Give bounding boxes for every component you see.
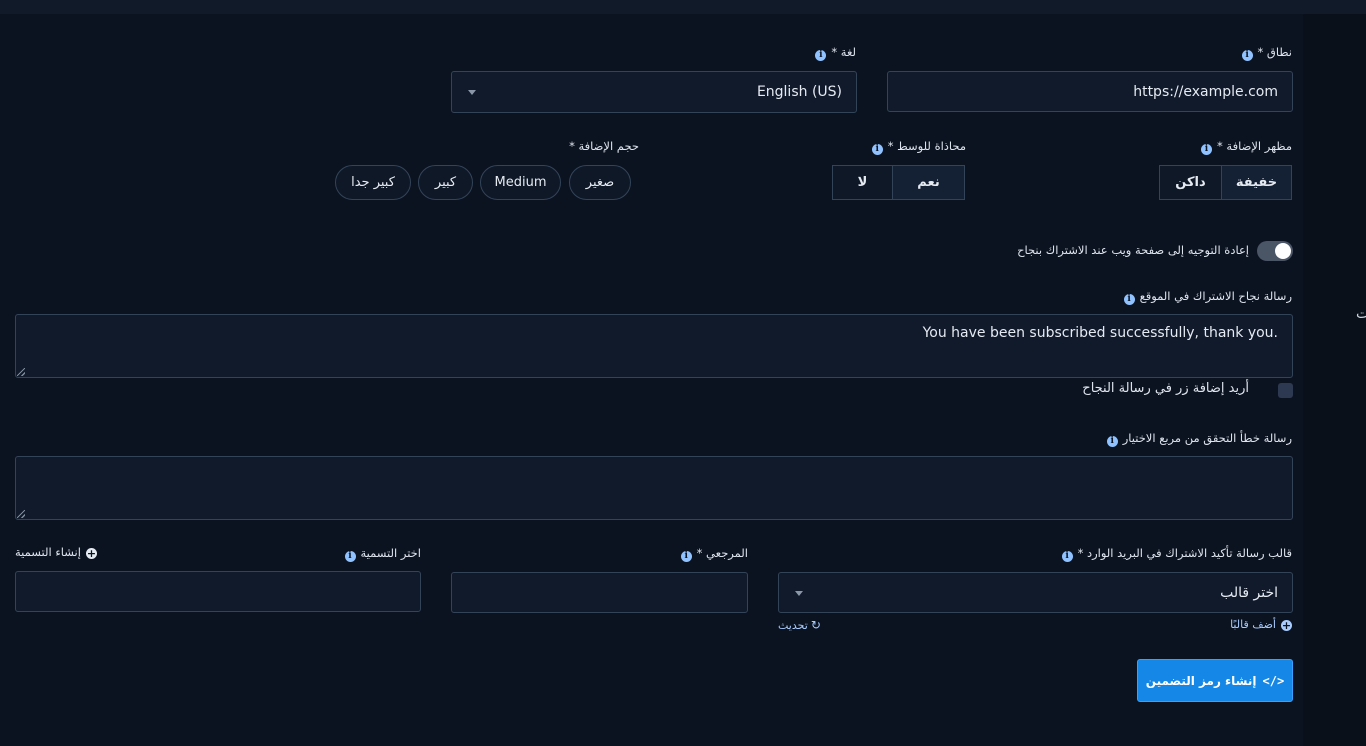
- center-align-yes-option[interactable]: نعم: [892, 165, 965, 200]
- size-large-option[interactable]: كبير: [418, 165, 473, 200]
- code-icon: </>: [1262, 673, 1285, 688]
- plus-circle-icon: +: [1281, 619, 1292, 632]
- resize-handle-icon[interactable]: [17, 368, 25, 376]
- add-button-checkbox[interactable]: [1278, 383, 1293, 398]
- plus-circle-icon: +: [85, 547, 97, 560]
- language-select[interactable]: English (US): [451, 71, 857, 113]
- toggle-knob: [1275, 243, 1291, 259]
- template-label: قالب رسالة تأكيد الاشتراك في البريد الوا…: [1061, 546, 1292, 562]
- info-icon: i: [1201, 144, 1212, 155]
- domain-input[interactable]: https://example.com: [887, 71, 1293, 112]
- center-align-no-option[interactable]: لا: [832, 165, 893, 200]
- checkbox-error-textarea[interactable]: [15, 456, 1293, 520]
- add-template-link[interactable]: +أضف قالبًا: [1230, 618, 1292, 631]
- appearance-dark-option[interactable]: داكن: [1159, 165, 1222, 200]
- refresh-link[interactable]: ↻تحديث: [778, 618, 821, 632]
- add-button-checkbox-label: أريد إضافة زر في رسالة النجاح: [1082, 381, 1249, 396]
- size-medium-option[interactable]: Medium: [480, 165, 561, 200]
- side-panel: ت: [1303, 14, 1366, 746]
- appearance-light-option[interactable]: خفيفة: [1221, 165, 1292, 200]
- info-icon: i: [1241, 50, 1253, 61]
- checkbox-error-label: رسالة خطأ التحقق من مربع الاختيارi: [1106, 431, 1292, 447]
- redirect-toggle-label: إعادة التوجيه إلى صفحة ويب عند الاشتراك …: [1017, 243, 1249, 257]
- info-icon: i: [680, 551, 692, 562]
- info-icon: i: [1123, 294, 1135, 305]
- center-align-label: محاذاة للوسط *i: [871, 139, 966, 155]
- generate-embed-code-button[interactable]: </> إنشاء رمز التضمين: [1137, 659, 1293, 702]
- info-icon: i: [1106, 436, 1118, 447]
- create-tag-link[interactable]: +إنشاء التسمية: [15, 545, 97, 559]
- embed-form-panel: [0, 14, 1303, 746]
- top-bar: [0, 0, 1366, 14]
- refresh-icon: ↻: [810, 618, 821, 632]
- template-select[interactable]: اختر قالب: [778, 572, 1293, 613]
- chevron-down-icon: [795, 590, 803, 596]
- redirect-toggle[interactable]: [1257, 241, 1293, 261]
- chevron-down-icon: [468, 90, 476, 95]
- reference-input[interactable]: [451, 572, 748, 613]
- center-align-toggle-group: لا نعم: [832, 165, 965, 200]
- reference-label: المرجعي *i: [680, 546, 748, 562]
- appearance-toggle-group: داكن خفيفة: [1159, 165, 1292, 200]
- info-icon: i: [344, 551, 356, 562]
- size-small-option[interactable]: صغير: [569, 165, 631, 200]
- resize-handle-icon[interactable]: [17, 510, 25, 518]
- language-label: لغة *i: [815, 45, 856, 61]
- size-label: حجم الإضافة *: [569, 139, 639, 153]
- info-icon: i: [871, 144, 883, 155]
- appearance-label: مظهر الإضافة *i: [1201, 139, 1292, 155]
- success-message-label: رسالة نجاح الاشتراك في الموقعi: [1123, 289, 1292, 305]
- size-xlarge-option[interactable]: كبير جدا: [335, 165, 411, 200]
- info-icon: i: [815, 50, 827, 61]
- tag-select[interactable]: [15, 571, 421, 612]
- tag-label: اختر التسميةi: [344, 546, 421, 562]
- side-panel-text: ت: [1356, 306, 1366, 322]
- success-message-textarea[interactable]: You have been subscribed successfully, t…: [15, 314, 1293, 378]
- domain-label: نطاق *i: [1241, 45, 1292, 61]
- info-icon: i: [1061, 551, 1073, 562]
